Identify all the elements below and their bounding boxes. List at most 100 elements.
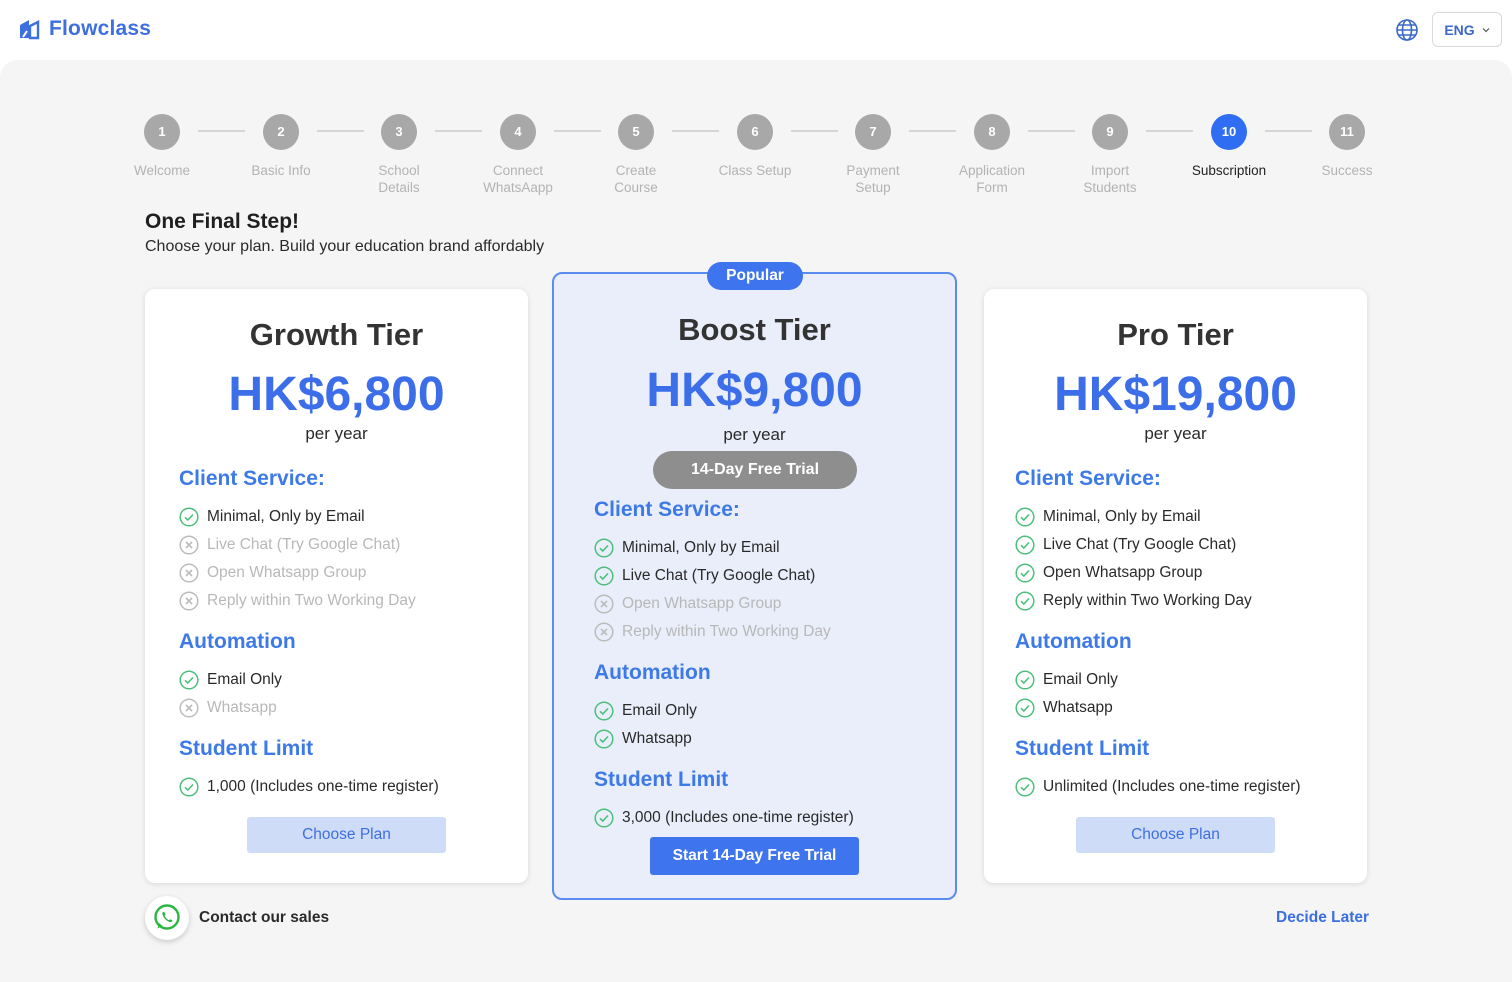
step-success[interactable]: 11 Success: [1292, 114, 1402, 179]
language-value: ENG: [1444, 21, 1475, 38]
feature-text: Live Chat (Try Google Chat): [622, 567, 816, 584]
feature-item: Open Whatsapp Group: [1015, 563, 1202, 583]
check-circle-icon: [1015, 535, 1035, 555]
feature-text: Whatsapp: [207, 699, 277, 716]
step-number: 1: [144, 114, 180, 150]
choose-plan-button-growth[interactable]: Choose Plan: [247, 817, 446, 853]
step-label: Welcome: [133, 163, 191, 178]
brand-logo[interactable]: Flowclass: [17, 17, 151, 41]
whatsapp-button[interactable]: [145, 896, 189, 940]
feature-item: 1,000 (Includes one-time register): [179, 777, 439, 797]
step-number: 3: [381, 114, 417, 150]
feature-item: Live Chat (Try Google Chat): [594, 566, 815, 586]
step-basic-info[interactable]: 2 Basic Info: [226, 114, 336, 179]
check-circle-icon: [594, 701, 614, 721]
feature-item: Email Only: [179, 670, 282, 690]
whatsapp-icon: [154, 904, 180, 930]
step-payment-setup[interactable]: 7 Payment Setup: [818, 114, 928, 196]
feature-text: Reply within Two Working Day: [207, 592, 416, 609]
check-circle-icon: [1015, 563, 1035, 583]
step-number: 10: [1211, 114, 1247, 150]
choose-plan-button-pro[interactable]: Choose Plan: [1076, 817, 1275, 853]
step-label: Basic Info: [251, 163, 311, 178]
step-application-form[interactable]: 8 Application Form: [937, 114, 1047, 196]
plan-title: Growth Tier: [249, 317, 424, 352]
step-number: 8: [974, 114, 1010, 150]
feature-item: Live Chat (Try Google Chat): [179, 535, 400, 555]
x-circle-icon: [179, 535, 199, 555]
contact-sales-label[interactable]: Contact our sales: [199, 909, 329, 927]
step-label: Success: [1321, 163, 1373, 178]
plan-card-boost: Popular Boost Tier HK$9,800 per year 14-…: [552, 262, 957, 900]
feature-item: 3,000 (Includes one-time register): [594, 808, 854, 828]
feature-item: Minimal, Only by Email: [594, 538, 780, 558]
feature-text: Minimal, Only by Email: [207, 508, 365, 525]
contact-sales[interactable]: Contact our sales: [145, 896, 329, 940]
plan-price: HK$19,800: [1054, 368, 1297, 421]
brand-name: Flowclass: [49, 17, 152, 40]
feature-text: Email Only: [622, 702, 697, 719]
section-automation: Automation: [1015, 630, 1132, 653]
check-circle-icon: [594, 808, 614, 828]
feature-text: Unlimited (Includes one-time register): [1043, 778, 1301, 795]
step-label: Payment Setup: [846, 163, 900, 195]
section-client-service: Client Service:: [594, 498, 740, 521]
page-heading: One Final Step! Choose your plan. Build …: [145, 210, 544, 256]
step-number: 4: [500, 114, 536, 150]
plan-title: Boost Tier: [678, 312, 831, 347]
step-label: Class Setup: [718, 163, 792, 178]
language-select[interactable]: ENG: [1432, 12, 1502, 47]
step-subscription[interactable]: 10 Subscription: [1174, 114, 1284, 179]
section-student-limit: Student Limit: [179, 737, 314, 760]
feature-item: Reply within Two Working Day: [594, 622, 831, 642]
plan-period: per year: [723, 425, 786, 444]
step-welcome[interactable]: 1 Welcome: [107, 114, 217, 179]
step-number: 2: [263, 114, 299, 150]
section-client-service: Client Service:: [179, 467, 325, 490]
step-import-students[interactable]: 9 Import Students: [1055, 114, 1165, 196]
feature-item: Open Whatsapp Group: [179, 563, 366, 583]
plan-price: HK$9,800: [646, 364, 863, 417]
x-circle-icon: [179, 591, 199, 611]
step-label: Connect WhatsAapp: [483, 163, 553, 195]
feature-item: Minimal, Only by Email: [1015, 507, 1201, 527]
feature-text: Reply within Two Working Day: [622, 623, 831, 640]
step-class-setup[interactable]: 6 Class Setup: [700, 114, 810, 179]
step-number: 6: [737, 114, 773, 150]
x-circle-icon: [179, 563, 199, 583]
check-circle-icon: [1015, 777, 1035, 797]
step-create-course[interactable]: 5 Create Course: [581, 114, 691, 196]
step-school-details[interactable]: 3 School Details: [344, 114, 454, 196]
feature-item: Whatsapp: [594, 729, 692, 749]
decide-later-link[interactable]: Decide Later: [1276, 909, 1369, 927]
section-automation: Automation: [179, 630, 296, 653]
feature-text: 3,000 (Includes one-time register): [622, 809, 854, 826]
feature-text: Open Whatsapp Group: [622, 595, 782, 612]
flowclass-logo-icon: [20, 20, 40, 40]
feature-item: Live Chat (Try Google Chat): [1015, 535, 1236, 555]
step-label: Subscription: [1191, 163, 1267, 178]
check-circle-icon: [594, 538, 614, 558]
page-subtitle: Choose your plan. Build your education b…: [145, 238, 545, 255]
globe-icon[interactable]: [1395, 18, 1419, 42]
feature-item: Email Only: [1015, 670, 1118, 690]
step-connect-whatsapp[interactable]: 4 Connect WhatsAapp: [463, 114, 573, 196]
start-free-trial-button[interactable]: Start 14-Day Free Trial: [650, 837, 859, 875]
step-number: 7: [855, 114, 891, 150]
free-trial-pill: 14-Day Free Trial: [653, 451, 857, 489]
plan-period: per year: [305, 424, 368, 443]
feature-item: Minimal, Only by Email: [179, 507, 365, 527]
feature-item: Whatsapp: [179, 698, 277, 718]
check-circle-icon: [594, 729, 614, 749]
feature-text: Live Chat (Try Google Chat): [207, 536, 401, 553]
check-circle-icon: [179, 670, 199, 690]
feature-item: Open Whatsapp Group: [594, 594, 781, 614]
feature-item: Reply within Two Working Day: [1015, 591, 1252, 611]
feature-text: Minimal, Only by Email: [1043, 508, 1201, 525]
feature-text: Whatsapp: [622, 730, 692, 747]
check-circle-icon: [594, 566, 614, 586]
check-circle-icon: [1015, 698, 1035, 718]
top-bar: Flowclass ENG: [0, 0, 1512, 60]
section-student-limit: Student Limit: [1015, 737, 1150, 760]
feature-text: Reply within Two Working Day: [1043, 592, 1252, 609]
